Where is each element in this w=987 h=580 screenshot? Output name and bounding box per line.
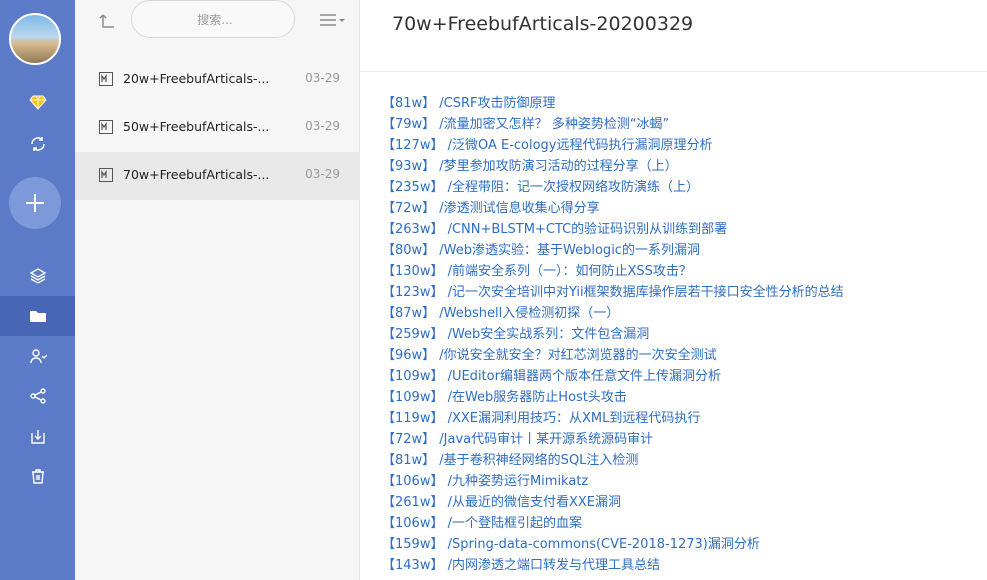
markdown-file-icon (99, 72, 113, 86)
users-icon[interactable] (0, 336, 75, 376)
article-link[interactable]: 【263w】 /CNN+BLSTM+CTC的验证码识别从训练到部署 (382, 219, 844, 240)
menu-sort-icon (320, 14, 345, 26)
markdown-file-icon (99, 120, 113, 134)
level-up-icon (99, 14, 114, 28)
markdown-file-icon (99, 168, 113, 182)
note-date: 03-29 (305, 71, 340, 85)
left-sidebar (0, 0, 75, 580)
note-title: 70w+FreebufArticals-... (123, 167, 270, 182)
article-link[interactable]: 【81w】 /基于卷积神经网络的SQL注入检测 (382, 450, 844, 471)
plus-icon (26, 194, 44, 212)
article-link[interactable]: 【259w】 /Web安全实战系列：文件包含漏洞 (382, 324, 844, 345)
note-item-selected[interactable]: 70w+FreebufArticals-... 03-29 (75, 152, 360, 200)
go-up-button[interactable] (97, 11, 117, 31)
article-link[interactable]: 【81w】 /CSRF攻击防御原理 (382, 93, 844, 114)
note-item[interactable]: 50w+FreebufArticals-... 03-29 (75, 104, 360, 152)
article-link[interactable]: 【80w】 /Web渗透实验：基于Weblogic的一系列漏洞 (382, 240, 844, 261)
folder-icon[interactable] (0, 296, 75, 336)
notes-list-panel: 20w+FreebufArticals-... 03-29 50w+Freebu… (75, 0, 360, 580)
note-title: 20w+FreebufArticals-... (123, 71, 270, 86)
article-link[interactable]: 【106w】 /九种姿势运行Mimikatz (382, 471, 844, 492)
trash-icon[interactable] (0, 456, 75, 496)
article-link[interactable]: 【143w】 /内网渗透之端口转发与代理工具总结 (382, 555, 844, 576)
search-input[interactable] (132, 1, 298, 39)
article-link[interactable]: 【123w】 /记一次安全培训中对Yii框架数据库操作层若干接口安全性分析的总结 (382, 282, 844, 303)
article-link[interactable]: 【106w】 /一个登陆框引起的血案 (382, 513, 844, 534)
article-link[interactable]: 【79w】 /流量加密又怎样？ 多种姿势检测“冰蝎” (382, 114, 844, 135)
article-link[interactable]: 【93w】 /梦里参加攻防演习活动的过程分享（上） (382, 156, 844, 177)
article-link[interactable]: 【119w】 /XXE漏洞利用技巧：从XML到远程代码执行 (382, 408, 844, 429)
article-link[interactable]: 【96w】 /你说安全就安全？对红芯浏览器的一次安全测试 (382, 345, 844, 366)
add-note-button[interactable] (9, 177, 61, 229)
note-title: 50w+FreebufArticals-... (123, 119, 270, 134)
note-date: 03-29 (305, 119, 340, 133)
search-box[interactable] (131, 0, 298, 39)
note-heading: 70w+FreebufArticals-20200329 (392, 13, 694, 35)
layers-icon[interactable] (0, 256, 75, 296)
article-link[interactable]: 【235w】 /全程带阻：记一次授权网络攻防演练（上） (382, 177, 844, 198)
article-link[interactable]: 【72w】 /Java代码审计丨某开源系统源码审计 (382, 429, 844, 450)
article-link[interactable]: 【130w】 /前端安全系列（一）：如何防止XSS攻击？ (382, 261, 844, 282)
diamond-icon[interactable] (0, 82, 75, 122)
article-link[interactable]: 【72w】 /渗透测试信息收集心得分享 (382, 198, 844, 219)
sync-icon[interactable] (0, 124, 75, 164)
divider (360, 71, 987, 72)
article-link[interactable]: 【109w】 /UEditor编辑器两个版本任意文件上传漏洞分析 (382, 366, 844, 387)
article-link[interactable]: 【261w】 /从最近的微信支付看XXE漏洞 (382, 492, 844, 513)
download-icon[interactable] (0, 416, 75, 456)
article-link[interactable]: 【109w】 /在Web服务器防止Host头攻击 (382, 387, 844, 408)
share-icon[interactable] (0, 376, 75, 416)
note-date: 03-29 (305, 167, 340, 181)
article-link[interactable]: 【127w】 /泛微OA E-cology远程代码执行漏洞原理分析 (382, 135, 844, 156)
article-link[interactable]: 【87w】 /Webshell入侵检测初探（一） (382, 303, 844, 324)
avatar[interactable] (9, 13, 61, 65)
note-item[interactable]: 20w+FreebufArticals-... 03-29 (75, 56, 360, 104)
sort-menu-button[interactable] (318, 12, 346, 28)
article-list: 【81w】 /CSRF攻击防御原理 【79w】 /流量加密又怎样？ 多种姿势检测… (382, 93, 844, 576)
article-link[interactable]: 【159w】 /Spring-data-commons(CVE-2018-127… (382, 534, 844, 555)
